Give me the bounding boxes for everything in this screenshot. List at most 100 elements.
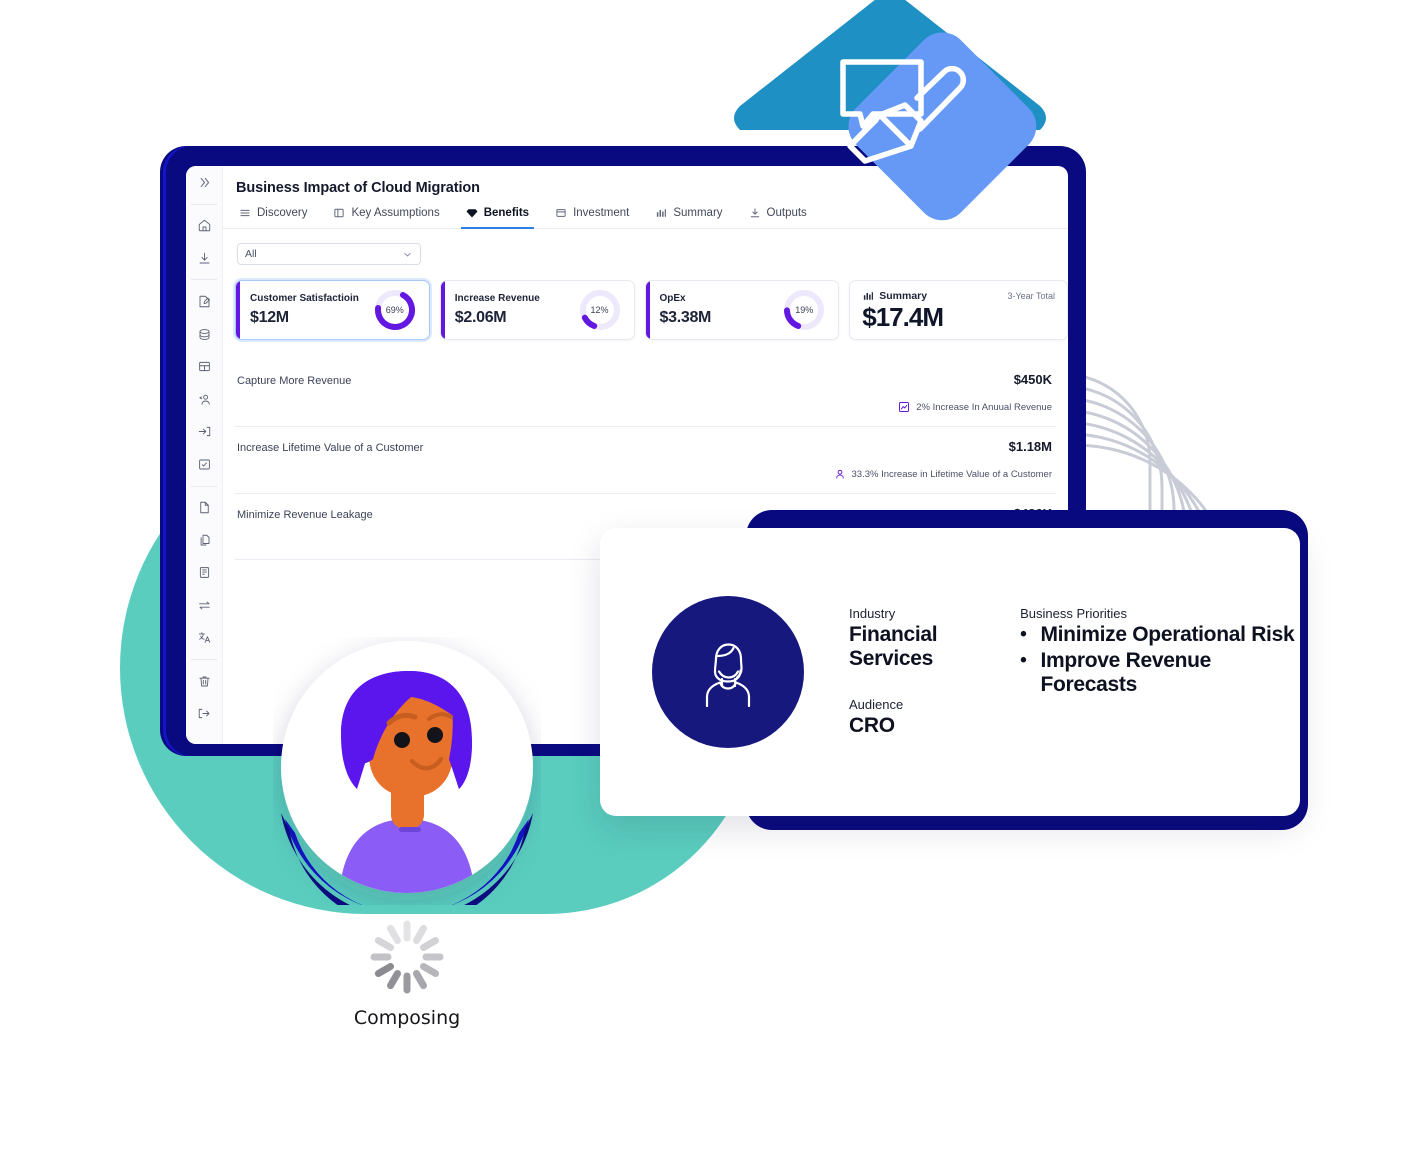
- assistant-avatar: [273, 637, 541, 928]
- tab-summary[interactable]: Summary: [655, 207, 723, 228]
- kpi-value: $2.06M: [454, 309, 507, 326]
- sidebar-divider: [191, 203, 217, 205]
- benefit-meta-text: 2% Increase In Anuual Revenue: [916, 401, 1052, 413]
- kpi-gauge: 19%: [780, 286, 828, 334]
- sidebar-item-logout[interactable]: [186, 697, 222, 730]
- book-icon: [199, 567, 209, 579]
- kpi-gauge: 69%: [371, 286, 419, 334]
- sidebar-item-download[interactable]: [186, 242, 222, 275]
- sidebar-item-delete[interactable]: [186, 665, 222, 698]
- list-item: • Improve Revenue Forecasts: [1020, 649, 1300, 697]
- home-icon: [198, 219, 210, 232]
- kpi-body: Customer Satisfactioin $12M: [236, 293, 371, 327]
- status-text: Composing: [353, 1007, 461, 1029]
- sidebar-collapse-button[interactable]: [186, 166, 222, 199]
- kpi-summary-label: Summary: [879, 289, 928, 302]
- kpi-summary-value: $17.4M: [862, 301, 944, 332]
- logout-icon: [198, 709, 209, 719]
- bullet-dot-icon: •: [1020, 650, 1027, 671]
- chevron-down-icon: [404, 252, 411, 256]
- avatar: [652, 596, 804, 748]
- persona-industry-label: Industry: [849, 606, 896, 621]
- sidebar-item-login[interactable]: [186, 415, 222, 448]
- table-row[interactable]: Increase Lifetime Value of a Customer $1…: [235, 427, 1056, 494]
- kpi-card-list: Customer Satisfactioin $12M 69% Increase…: [223, 265, 1068, 340]
- persona-fields: Industry Financial Services Audience CRO…: [849, 606, 1300, 738]
- sidebar-item-book[interactable]: [186, 556, 222, 589]
- kpi-gauge: 12%: [576, 286, 624, 334]
- kpi-card-increase-revenue[interactable]: Increase Revenue $2.06M 12%: [439, 280, 635, 340]
- kpi-summary-label-group: Summary: [862, 290, 927, 302]
- kpi-percent: 19%: [795, 305, 814, 315]
- sidebar-item-copy[interactable]: [186, 524, 222, 557]
- kpi-card-opex[interactable]: OpEx $3.38M 19%: [644, 280, 840, 340]
- kpi-percent: 12%: [590, 305, 609, 315]
- persona-industry-group: Industry Financial Services: [849, 606, 954, 671]
- tab-label: Discovery: [257, 207, 308, 219]
- file-icon: [199, 501, 209, 514]
- benefit-amount: $450K: [1013, 372, 1052, 387]
- sidebar-divider: [191, 279, 217, 281]
- sidebar-item-file[interactable]: [186, 491, 222, 524]
- benefit-name: Capture More Revenue: [237, 375, 352, 387]
- tab-discovery[interactable]: Discovery: [239, 207, 307, 228]
- benefit-row-main: Increase Lifetime Value of a Customer $1…: [235, 429, 1056, 454]
- persona-left-column: Industry Financial Services Audience CRO: [849, 606, 954, 738]
- sidebar-item-transfer[interactable]: [186, 589, 222, 622]
- users-icon: [198, 394, 210, 405]
- sidebar-item-users[interactable]: [186, 383, 222, 416]
- kpi-card-summary[interactable]: Summary 3-Year Total $17.4M: [849, 280, 1068, 340]
- bar-chart-icon: [657, 209, 667, 217]
- kpi-accent-bar: [440, 281, 445, 339]
- kpi-card-customer-satisfaction[interactable]: Customer Satisfactioin $12M 69%: [235, 280, 430, 340]
- woman-portrait-icon: [705, 643, 751, 708]
- kpi-summary-header: Summary 3-Year Total: [862, 290, 1055, 302]
- kpi-value: $3.38M: [659, 309, 712, 326]
- benefit-row-main: Capture More Revenue $450K: [235, 362, 1056, 387]
- persona-priorities-label: Business Priorities: [1020, 606, 1128, 621]
- copy-icon: [200, 534, 209, 546]
- kpi-value: $12M: [250, 309, 289, 326]
- benefits-filter-select[interactable]: All: [237, 243, 421, 265]
- persona-industry-value: Financial Services: [849, 623, 938, 670]
- benefit-row-meta: 2% Increase In Anuual Revenue: [235, 387, 1056, 413]
- tab-key-assumptions[interactable]: Key Assumptions: [333, 207, 440, 228]
- sidebar-item-edit-document[interactable]: [186, 285, 222, 318]
- composer-badge: [722, 0, 1058, 228]
- list-item: • Minimize Operational Risk: [1020, 623, 1300, 647]
- sidebar-item-checklist[interactable]: [186, 448, 222, 481]
- tab-label: Investment: [573, 207, 630, 219]
- sidebar: [186, 166, 223, 744]
- bar-chart-icon: [864, 291, 874, 300]
- kpi-percent: 69%: [385, 305, 404, 315]
- document-edit-icon: [199, 295, 210, 308]
- trend-up-icon: [899, 402, 910, 412]
- table-icon: [198, 362, 210, 372]
- benefit-row-meta: 33.3% Increase in Lifetime Value of a Cu…: [235, 454, 1056, 480]
- checklist-icon: [198, 459, 210, 470]
- sidebar-item-table[interactable]: [186, 350, 222, 383]
- sidebar-item-database[interactable]: [186, 318, 222, 351]
- kpi-label: Increase Revenue: [454, 293, 540, 304]
- persona-priorities-list: • Minimize Operational Risk • Improve Reve…: [1020, 623, 1300, 697]
- tab-benefits[interactable]: Benefits: [460, 207, 535, 229]
- page-root: Business Impact of Cloud Migration Disco…: [0, 0, 1421, 1171]
- composer-badge-graphic: [734, 0, 1046, 221]
- sidebar-item-home[interactable]: [186, 209, 222, 242]
- chevron-double-right-icon: [200, 177, 209, 187]
- persona-audience-group: Audience CRO: [849, 697, 954, 738]
- kpi-accent-bar: [236, 281, 240, 339]
- persona-priority-text: Minimize Operational Risk: [1040, 623, 1295, 646]
- benefit-name: Increase Lifetime Value of a Customer: [237, 442, 424, 454]
- benefit-meta-text: 33.3% Increase in Lifetime Value of a Cu…: [851, 468, 1052, 480]
- tab-investment[interactable]: Investment: [555, 207, 629, 228]
- loading-spinner-icon: [370, 920, 444, 994]
- tab-label: Benefits: [483, 207, 530, 219]
- sidebar-item-translate[interactable]: [186, 621, 222, 654]
- translate-icon: [198, 632, 210, 643]
- download-icon: [199, 252, 209, 264]
- benefit-amount: $1.18M: [1008, 439, 1052, 454]
- table-row[interactable]: Capture More Revenue $450K 2% Increase I…: [235, 360, 1056, 427]
- kpi-accent-bar: [645, 281, 650, 339]
- user-avatar-illustration: [281, 641, 533, 928]
